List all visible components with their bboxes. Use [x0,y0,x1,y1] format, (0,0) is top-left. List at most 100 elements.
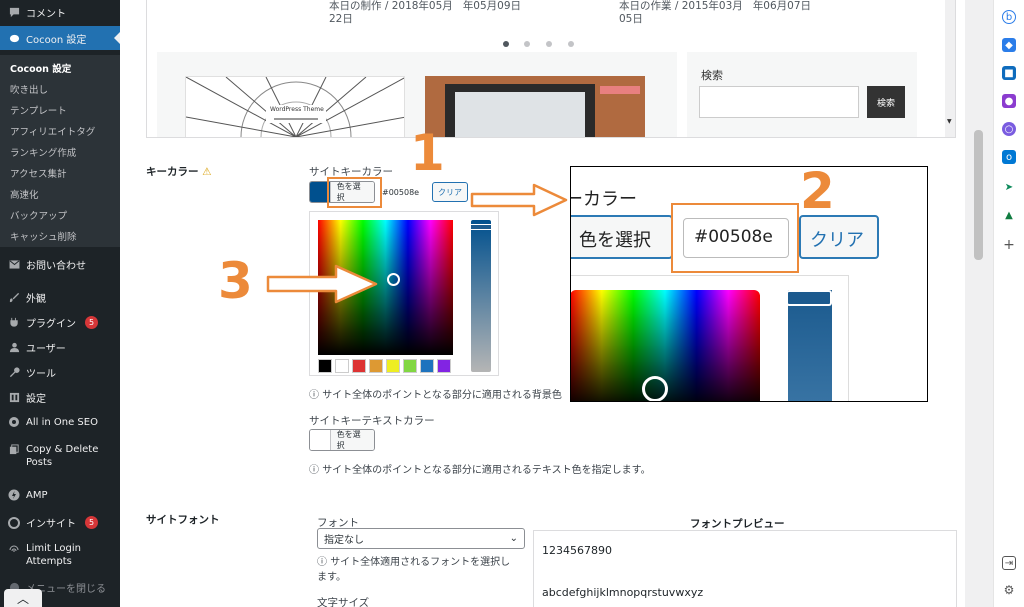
zoom-hue-slider [786,290,832,401]
palette-swatch-green[interactable] [403,359,417,373]
zoom-pick-button[interactable]: 色を選択 [571,215,673,259]
carousel-dot-1[interactable] [503,41,509,47]
info-icon: ⓘ [317,557,327,568]
scroll-up-button[interactable]: ︿ [4,589,42,607]
key-text-color-help: ⓘ サイト全体のポイントとなる部分に適用されるテキスト色を指定します。 [309,465,651,476]
tree-icon[interactable]: ▲ [1002,208,1016,222]
submenu-backup[interactable]: バックアップ [10,208,67,222]
send-icon[interactable]: ➤ [1002,180,1016,194]
plugin-update-badge: 5 [85,316,98,329]
annotation-arrow-3 [266,264,378,304]
sidebar-item-users[interactable]: ユーザー [0,340,120,355]
comment-icon [8,6,20,18]
key-color-hex-input[interactable]: #00508e [380,182,428,202]
office-icon[interactable]: ○ [1002,122,1016,136]
outlook-icon[interactable]: o [1002,150,1016,164]
sidebar-item-contact[interactable]: お問い合わせ [0,257,120,272]
annotation-number-2: 2 [800,162,835,220]
hue-slider[interactable] [470,220,492,372]
palette-swatch-orange[interactable] [369,359,383,373]
palette-swatch-blue[interactable] [420,359,434,373]
palette-swatch-purple[interactable] [437,359,451,373]
key-text-color-pick-button[interactable]: 色を選択 [309,429,375,451]
sidebar-item-plugins[interactable]: プラグイン 5 [0,315,120,330]
chevron-down-icon: ⌄ [509,533,518,544]
preview-scrollbar[interactable]: ▼ [945,0,955,137]
warning-icon: ⚠ [202,166,212,178]
sidebar-item-aioseo[interactable]: All in One SEO [0,416,120,428]
submenu-balloon[interactable]: 吹き出し [10,82,48,96]
fingerprint-icon [8,542,20,554]
info-icon: ⓘ [309,465,319,476]
palette-swatch-black[interactable] [318,359,332,373]
search-button[interactable]: 検索 [867,86,905,118]
palette-swatch-red[interactable] [352,359,366,373]
annotation-number-1: 1 [410,124,445,182]
sidebar-item-copy-delete[interactable]: Copy & Delete Posts [0,443,120,469]
zoom-clear-button[interactable]: クリア [799,215,879,259]
site-preview-frame: 本日の制作 / 2018年05月 年05月09日 22日 本日の作業 / 2015… [146,0,956,138]
submenu-access[interactable]: アクセス集計 [10,166,67,180]
font-select[interactable]: 指定なし ⌄ [317,528,525,549]
annotation-box-1 [327,177,382,208]
people-icon[interactable]: ● [1002,94,1016,108]
tag-icon[interactable]: ◆ [1002,38,1016,52]
thumbnail-laptop[interactable] [425,76,645,137]
sidebar-item-insights[interactable]: インサイト 5 [0,515,120,530]
chevron-up-icon: ︿ [16,591,29,606]
search-widget: 検索 検索 [687,52,917,137]
plugin-icon [8,317,20,329]
sidebar-item-amp[interactable]: AMP [0,489,120,501]
key-color-section-label: キーカラー ⚠ [146,166,212,178]
toolbox-icon[interactable]: ■ [1002,66,1016,80]
sidebar-item-limit-login[interactable]: Limit Login Attempts [0,542,120,568]
preview-letters: abcdefghijklmnopqrstuvwxyz [542,586,704,599]
key-text-color-swatch [310,430,330,450]
gear-icon[interactable]: ⚙ [1002,583,1016,597]
font-help: ⓘ サイト全体適用されるフォントを選択し ます。 [317,557,511,583]
font-preview-title: フォントプレビュー [690,518,785,530]
submenu-cocoon-settings[interactable]: Cocoon 設定 [10,61,71,75]
scroll-down-arrow-icon[interactable]: ▼ [947,118,952,125]
insight-icon [8,516,20,529]
submenu-cache[interactable]: キャッシュ削除 [10,229,77,243]
search-input[interactable] [699,86,859,118]
plus-icon[interactable]: + [1002,237,1016,253]
copy-icon [8,443,20,455]
zoom-hue-handle [786,290,832,306]
bing-icon[interactable]: b [1002,10,1016,24]
carousel-dot-4[interactable] [568,41,574,47]
thumbnail-wordpress-theme[interactable]: WordPress Theme [185,76,405,137]
zoom-picker [571,275,849,401]
palette-swatch-yellow[interactable] [386,359,400,373]
panel-toggle-icon[interactable]: ⇥ [1002,556,1016,570]
annotation-arrow-1 [470,183,568,217]
zoom-spectrum-handle [642,376,668,401]
sidebar-item-settings[interactable]: 設定 [0,390,120,405]
sidebar-item-comments[interactable]: コメント [0,4,120,20]
submenu-affiliate[interactable]: アフィリエイトタグ [10,124,95,138]
carousel-dot-2[interactable] [524,41,530,47]
hue-slider-handle[interactable] [470,224,492,230]
sidebar-item-appearance[interactable]: 外観 [0,290,120,305]
page-scrollbar[interactable] [965,0,993,607]
zoom-label: ーカラー [570,189,637,210]
page-scrollbar-thumb[interactable] [974,130,983,260]
sidebar-item-cocoon[interactable]: Cocoon 設定 [0,26,120,50]
spectrum-handle[interactable] [387,273,400,286]
preview-numbers: 1234567890 [542,544,612,557]
admin-sidebar: コメント Cocoon 設定 Cocoon 設定 吹き出し テンプレート アフィ… [0,0,120,607]
color-palette [318,359,451,373]
submenu-ranking[interactable]: ランキング作成 [10,145,76,159]
key-color-clear-button[interactable]: クリア [432,182,468,202]
amp-icon [8,489,20,501]
post1-title[interactable]: 本日の制作 / 2018年05月 年05月09日 22日 [329,0,521,26]
submenu-template[interactable]: テンプレート [10,103,67,117]
palette-swatch-white[interactable] [335,359,349,373]
seo-icon [8,416,20,428]
info-icon: ⓘ [309,390,319,401]
sidebar-item-tools[interactable]: ツール [0,365,120,380]
submenu-speed[interactable]: 高速化 [10,187,39,201]
carousel-dot-3[interactable] [546,41,552,47]
post2-title[interactable]: 本日の作業 / 2015年03月 年06月07日 05日 [619,0,811,26]
